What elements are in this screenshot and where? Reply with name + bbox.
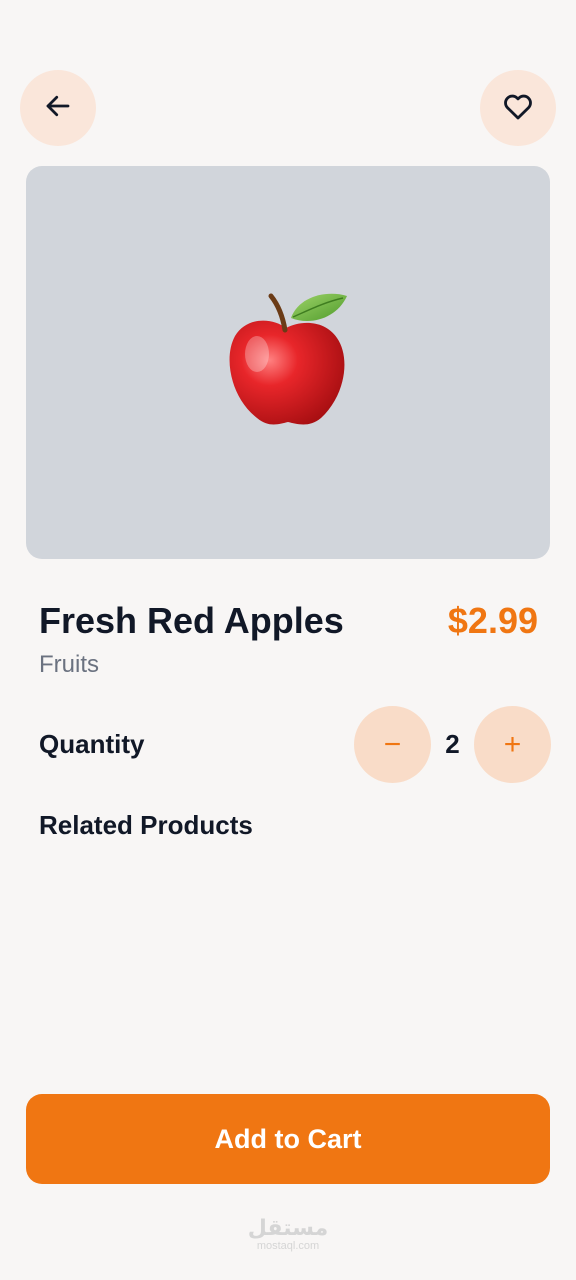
arrow-left-icon (43, 91, 73, 126)
favorite-button[interactable] (480, 70, 556, 146)
watermark: مستقل mostaql.com (238, 1215, 338, 1253)
watermark-url: mostaql.com (256, 1240, 320, 1252)
related-products-heading: Related Products (39, 810, 253, 840)
plus-icon: + (503, 727, 522, 761)
quantity-increase-button[interactable]: + (474, 706, 551, 783)
heart-outline-icon (501, 89, 535, 128)
back-button[interactable] (20, 70, 96, 146)
minus-icon: − (383, 727, 402, 761)
product-price: $2.99 (447, 600, 538, 641)
product-image (26, 166, 550, 559)
add-to-cart-button[interactable]: Add to Cart (26, 1094, 550, 1184)
red-apple-icon (223, 288, 353, 438)
quantity-value: 2 (445, 729, 460, 759)
product-name: Fresh Red Apples (39, 600, 344, 641)
watermark-logo: مستقل (247, 1215, 329, 1240)
product-detail-screen: Fresh Red Apples $2.99 Fruits Quantity −… (0, 0, 576, 1280)
quantity-label: Quantity (39, 729, 145, 759)
product-category: Fruits (39, 651, 99, 678)
quantity-decrease-button[interactable]: − (354, 706, 431, 783)
